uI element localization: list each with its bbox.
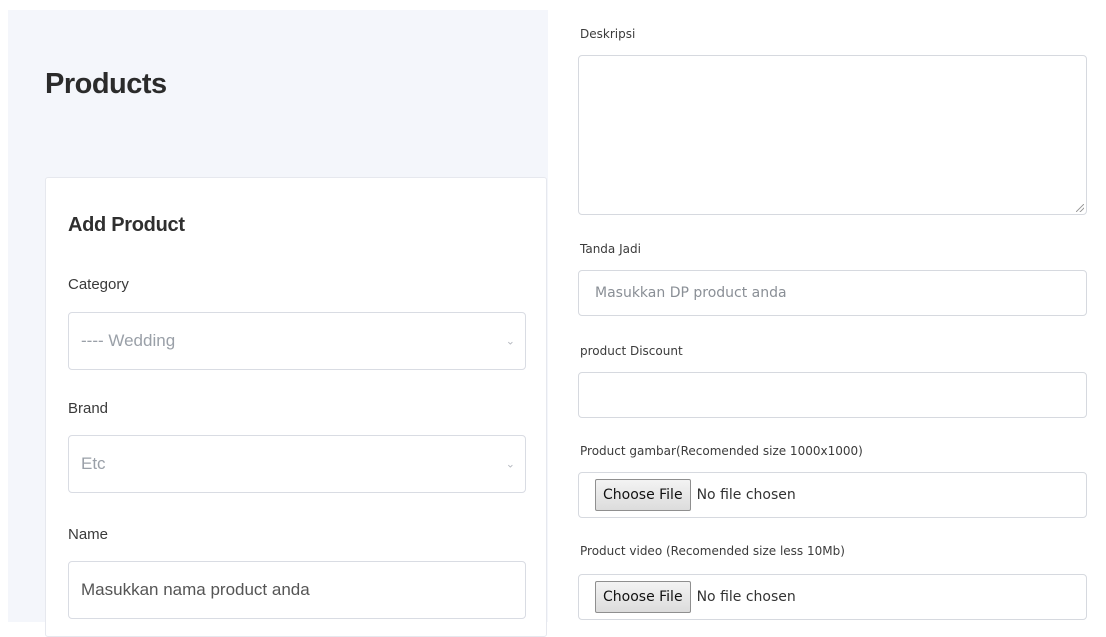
category-select[interactable]: ---- Wedding ⌄	[68, 312, 526, 370]
page-title: Products	[45, 68, 167, 100]
chevron-down-icon: ⌄	[505, 458, 515, 471]
left-pane: Products Add Product Category ---- Weddi…	[0, 0, 550, 637]
tanda-jadi-input[interactable]: Masukkan DP product anda	[578, 270, 1087, 316]
tanda-jadi-placeholder: Masukkan DP product anda	[595, 285, 787, 301]
brand-label: Brand	[68, 400, 109, 417]
brand-select[interactable]: Etc ⌄	[68, 435, 526, 493]
gambar-choose-file-button[interactable]: Choose File	[595, 479, 691, 511]
name-input[interactable]: Masukkan nama product anda	[68, 561, 526, 619]
deskripsi-textarea[interactable]	[578, 55, 1087, 215]
discount-input[interactable]	[578, 372, 1087, 418]
deskripsi-label: Deskripsi	[580, 27, 636, 41]
video-label: Product video (Recomended size less 10Mb…	[580, 544, 845, 558]
category-select-value: ---- Wedding	[81, 331, 176, 350]
video-file-input[interactable]: Choose File No file chosen	[578, 574, 1087, 620]
chevron-down-icon: ⌄	[505, 335, 515, 348]
gambar-file-status: No file chosen	[696, 487, 796, 503]
resize-grip-icon[interactable]	[1076, 204, 1084, 212]
add-product-card: Add Product Category ---- Wedding ⌄ Bran…	[45, 177, 547, 637]
brand-select-value: Etc	[81, 454, 106, 473]
category-label: Category	[68, 276, 129, 293]
tanda-jadi-label: Tanda Jadi	[580, 242, 641, 256]
video-choose-file-button[interactable]: Choose File	[595, 581, 691, 613]
card-title: Add Product	[68, 214, 185, 236]
video-file-status: No file chosen	[696, 589, 796, 605]
discount-label: product Discount	[580, 344, 683, 358]
name-input-placeholder: Masukkan nama product anda	[81, 580, 310, 599]
gambar-file-input[interactable]: Choose File No file chosen	[578, 472, 1087, 518]
gambar-label: Product gambar(Recomended size 1000x1000…	[580, 444, 863, 458]
right-pane: Deskripsi Tanda Jadi Masukkan DP product…	[550, 0, 1106, 622]
name-label: Name	[68, 526, 109, 543]
